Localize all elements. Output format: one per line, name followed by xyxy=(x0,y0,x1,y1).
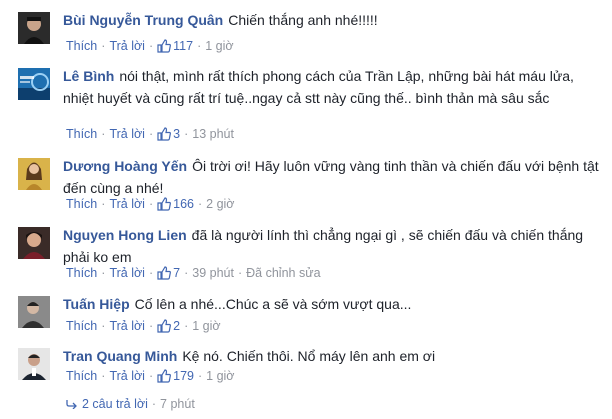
separator: · xyxy=(101,319,106,333)
separator: · xyxy=(101,266,106,280)
separator: · xyxy=(148,369,154,383)
avatar[interactable] xyxy=(18,296,50,328)
separator: · xyxy=(148,319,154,333)
separator: · xyxy=(237,266,243,280)
comment-body: Tran Quang Minh Kệ nó. Chiến thôi. Nổ máy… xyxy=(63,346,603,368)
reply-link[interactable]: Trả lời xyxy=(109,197,145,211)
comment-actions: Thích · Trả lời · 117 · 1 giờ xyxy=(66,38,234,57)
reply-link[interactable]: Trả lời xyxy=(109,127,145,141)
comment-list: Bùi Nguyễn Trung Quân Chiến thắng anh nhé… xyxy=(0,0,612,419)
comment-body: Lê Bình nói thật, mình rất thích phong cá… xyxy=(63,66,603,109)
like-count[interactable]: 7 xyxy=(173,266,180,280)
edited-label[interactable]: Đã chỉnh sửa xyxy=(246,266,320,280)
comment-text: Kệ nó. Chiến thôi. Nổ máy lên anh em ơi xyxy=(182,348,436,364)
like-link[interactable]: Thích xyxy=(66,369,97,383)
avatar[interactable] xyxy=(18,158,50,190)
reply-link[interactable]: Trả lời xyxy=(109,266,145,280)
separator: · xyxy=(148,266,154,280)
thumbs-up-icon[interactable] xyxy=(157,369,172,387)
thumbs-up-icon[interactable] xyxy=(157,197,172,215)
comment-author[interactable]: Tuấn Hiệp xyxy=(63,296,130,312)
separator: · xyxy=(197,39,202,53)
separator: · xyxy=(101,127,106,141)
separator: · xyxy=(148,127,154,141)
comment-body: Nguyen Hong Lien đã là người lính thì chẳ… xyxy=(63,225,603,268)
comment-time[interactable]: 13 phút xyxy=(192,127,234,141)
like-link[interactable]: Thích xyxy=(66,266,97,280)
comment-time[interactable]: 1 giờ xyxy=(192,319,220,333)
comment-author[interactable]: Nguyen Hong Lien xyxy=(63,227,187,243)
comment-time[interactable]: 39 phút xyxy=(192,266,234,280)
comment-text: Cố lên a nhé...Chúc a sẽ và sớm vượt qua… xyxy=(134,296,412,312)
separator: · xyxy=(148,39,154,53)
avatar[interactable] xyxy=(18,348,50,380)
separator: · xyxy=(101,197,106,211)
reply-link[interactable]: Trả lời xyxy=(109,369,145,383)
avatar[interactable] xyxy=(18,68,50,100)
comment-body: Bùi Nguyễn Trung Quân Chiến thắng anh nhé… xyxy=(63,10,603,32)
comment-text: Chiến thắng anh nhé!!!!! xyxy=(228,12,378,28)
like-count[interactable]: 3 xyxy=(173,127,180,141)
like-count[interactable]: 2 xyxy=(173,319,180,333)
like-count[interactable]: 166 xyxy=(173,197,194,211)
separator: · xyxy=(101,39,106,53)
like-link[interactable]: Thích xyxy=(66,319,97,333)
separator: · xyxy=(184,266,189,280)
separator: · xyxy=(101,369,106,383)
like-link[interactable]: Thích xyxy=(66,39,97,53)
separator: · xyxy=(184,127,189,141)
separator: · xyxy=(197,369,203,383)
separator: · xyxy=(151,397,157,411)
comment-actions: Thích · Trả lời · 179 · 1 giờ xyxy=(66,368,235,387)
avatar[interactable] xyxy=(18,227,50,259)
like-link[interactable]: Thích xyxy=(66,197,97,211)
separator: · xyxy=(148,197,154,211)
replies-count-label[interactable]: 2 câu trả lời xyxy=(82,397,148,411)
avatar[interactable] xyxy=(18,12,50,44)
comment-actions: Thích · Trả lời · 3 · 13 phút xyxy=(66,126,234,145)
reply-link[interactable]: Trả lời xyxy=(109,319,145,333)
reply-link[interactable]: Trả lời xyxy=(109,39,145,53)
reply-arrow-icon xyxy=(66,398,78,412)
comment-body: Dương Hoàng Yến Ôi trời ơi! Hãy luôn vững… xyxy=(63,156,603,199)
comment-time[interactable]: 1 giờ xyxy=(205,39,233,53)
comment-actions: Thích · Trả lời · 2 · 1 giờ xyxy=(66,318,221,337)
replies-link[interactable]: 2 câu trả lời · 7 phút xyxy=(66,397,195,412)
thumbs-up-icon[interactable] xyxy=(157,127,172,145)
separator: · xyxy=(197,197,203,211)
like-count[interactable]: 179 xyxy=(173,369,194,383)
thumbs-up-icon[interactable] xyxy=(157,266,172,284)
comment-actions: Thích · Trả lời · 166 · 2 giờ xyxy=(66,196,235,215)
comment-author[interactable]: Lê Bình xyxy=(63,68,114,84)
thumbs-up-icon[interactable] xyxy=(157,319,172,337)
comment-actions: Thích · Trả lời · 7 · 39 phút · Đã chỉnh sửa xyxy=(66,265,321,284)
comment-time[interactable]: 1 giờ xyxy=(206,369,234,383)
comment-author[interactable]: Tran Quang Minh xyxy=(63,348,177,364)
comment-time[interactable]: 2 giờ xyxy=(206,197,234,211)
separator: · xyxy=(184,319,189,333)
like-count[interactable]: 117 xyxy=(173,39,193,53)
like-link[interactable]: Thích xyxy=(66,127,97,141)
thumbs-up-icon[interactable] xyxy=(157,39,172,57)
comment-text: nói thật, mình rất thích phong cách của … xyxy=(63,68,574,106)
comment-author[interactable]: Dương Hoàng Yến xyxy=(63,158,187,174)
comment-author[interactable]: Bùi Nguyễn Trung Quân xyxy=(63,12,223,28)
replies-time: 7 phút xyxy=(160,397,195,411)
comment-body: Tuấn Hiệp Cố lên a nhé...Chúc a sẽ và sớm… xyxy=(63,294,603,316)
